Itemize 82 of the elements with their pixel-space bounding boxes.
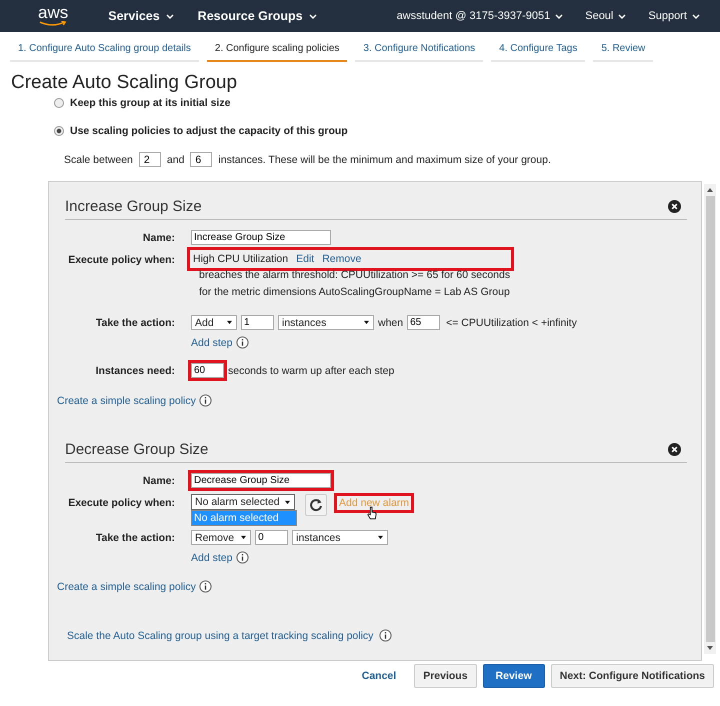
region-menu[interactable]: Seoul [585,10,626,22]
field-label: Take the action: [94,316,176,328]
footer-button[interactable]: Review [482,664,545,688]
step-tab[interactable]: 2. Configure scaling policies [206,39,348,62]
scale-text: instances. These will be the minimum and maximum size of your group. [218,154,551,166]
step-tab[interactable]: 4. Configure Tags [491,39,586,62]
count-field[interactable]: 1 [241,315,274,330]
close-icon[interactable] [668,200,681,213]
info-icon[interactable] [236,551,250,564]
refresh-button[interactable] [305,494,327,516]
info-icon[interactable] [236,336,250,349]
caret-icon [308,14,317,18]
operation-select[interactable]: Add [191,315,237,330]
close-icon[interactable] [668,443,681,456]
info-icon[interactable] [198,580,212,593]
add-step-link[interactable]: Add step [191,336,232,348]
threshold-field[interactable]: 65 [407,315,440,330]
step-tab[interactable]: 5. Review [593,39,654,62]
nav-menu[interactable]: Services [108,9,174,23]
dropdown-arrow-icon [377,535,384,540]
when-label: when [378,316,404,328]
remove-link[interactable]: Remove [322,253,362,265]
policy-title: Decrease Group Size [65,441,208,458]
radio-button[interactable] [54,126,64,136]
scrollbar[interactable] [704,184,716,654]
target-tracking-link[interactable]: Scale the Auto Scaling group using a target tracking scaling policy [67,630,374,642]
refresh-icon [309,498,323,512]
step-tab[interactable]: 3. Configure Notifications [355,39,484,62]
min-field[interactable]: 2 [138,152,161,167]
field-label: Name: [142,232,176,244]
caret-icon [692,14,700,18]
field-label: Execute policy when: [67,496,176,509]
scale-label: Scale between [64,154,133,166]
dropdown-arrow-icon [226,320,233,325]
condition-text: <= CPUUtilization < +infinity [446,316,577,328]
nav-menu[interactable]: Resource Groups [198,9,317,23]
info-icon[interactable] [379,629,392,642]
field-label: Name: [142,474,176,486]
radio-label: Keep this group at its initial size [70,97,230,109]
dropdown-arrow-icon [284,500,291,504]
info-icon[interactable] [198,394,212,407]
warmup-text: seconds to warm up after each step [228,364,394,376]
alarm-select[interactable]: No alarm selected [191,494,295,510]
edit-link[interactable]: Edit [296,253,314,265]
warmup-field[interactable]: 60 [191,363,224,378]
page-title: Create Auto Scaling Group [11,72,238,94]
alarm-detail: breaches the alarm threshold: CPUUtilization >= 65 for 60 seconds [198,268,510,283]
smile-arrow-icon [39,21,68,27]
unit-select[interactable]: instances [292,530,388,545]
add-step-link[interactable]: Add step [191,552,232,564]
policy-title: Increase Group Size [65,198,202,215]
field-label: Execute policy when: [67,253,176,266]
radio-label: Use scaling policies to adjust the capacity of this group [70,125,348,137]
scroll-up-icon[interactable] [706,187,714,193]
account-menu[interactable]: awsstudent @ 3175-3937-9051 [396,10,564,22]
name-field[interactable]: Increase Group Size [191,230,331,245]
footer-button[interactable]: Next: Configure Notifications [550,664,714,688]
hand-cursor-icon [367,506,377,520]
cancel-link[interactable]: Cancel [354,664,404,688]
unit-select[interactable]: instances [278,315,374,330]
scale-label: and [166,154,184,166]
dropdown-arrow-icon [240,535,248,540]
caret-icon [166,14,174,18]
simple-policy-link[interactable]: Create a simple scaling policy [57,394,196,406]
count-field[interactable]: 0 [255,530,288,545]
radio-button[interactable] [54,98,64,108]
max-field[interactable]: 6 [190,152,212,167]
footer-button[interactable]: Previous [414,664,477,688]
step-tab[interactable]: 1. Configure Auto Scaling group details [10,39,199,62]
caret-icon [555,14,564,18]
field-label: Take the action: [94,532,176,544]
operation-select[interactable]: Remove [191,530,252,545]
name-field[interactable]: Decrease Group Size [191,473,331,488]
alarm-detail: for the metric dimensions AutoScalingGroupName = Lab AS Group [198,285,510,300]
alarm-name: High CPU Utilization [193,253,288,265]
aws-logo[interactable]: aws [38,5,68,21]
simple-policy-link[interactable]: Create a simple scaling policy [57,580,196,592]
dropdown-arrow-icon [363,320,370,325]
field-label: Instances need: [94,364,176,376]
caret-icon [618,14,626,18]
support-menu[interactable]: Support [648,10,700,22]
scroll-down-icon[interactable] [706,645,714,651]
